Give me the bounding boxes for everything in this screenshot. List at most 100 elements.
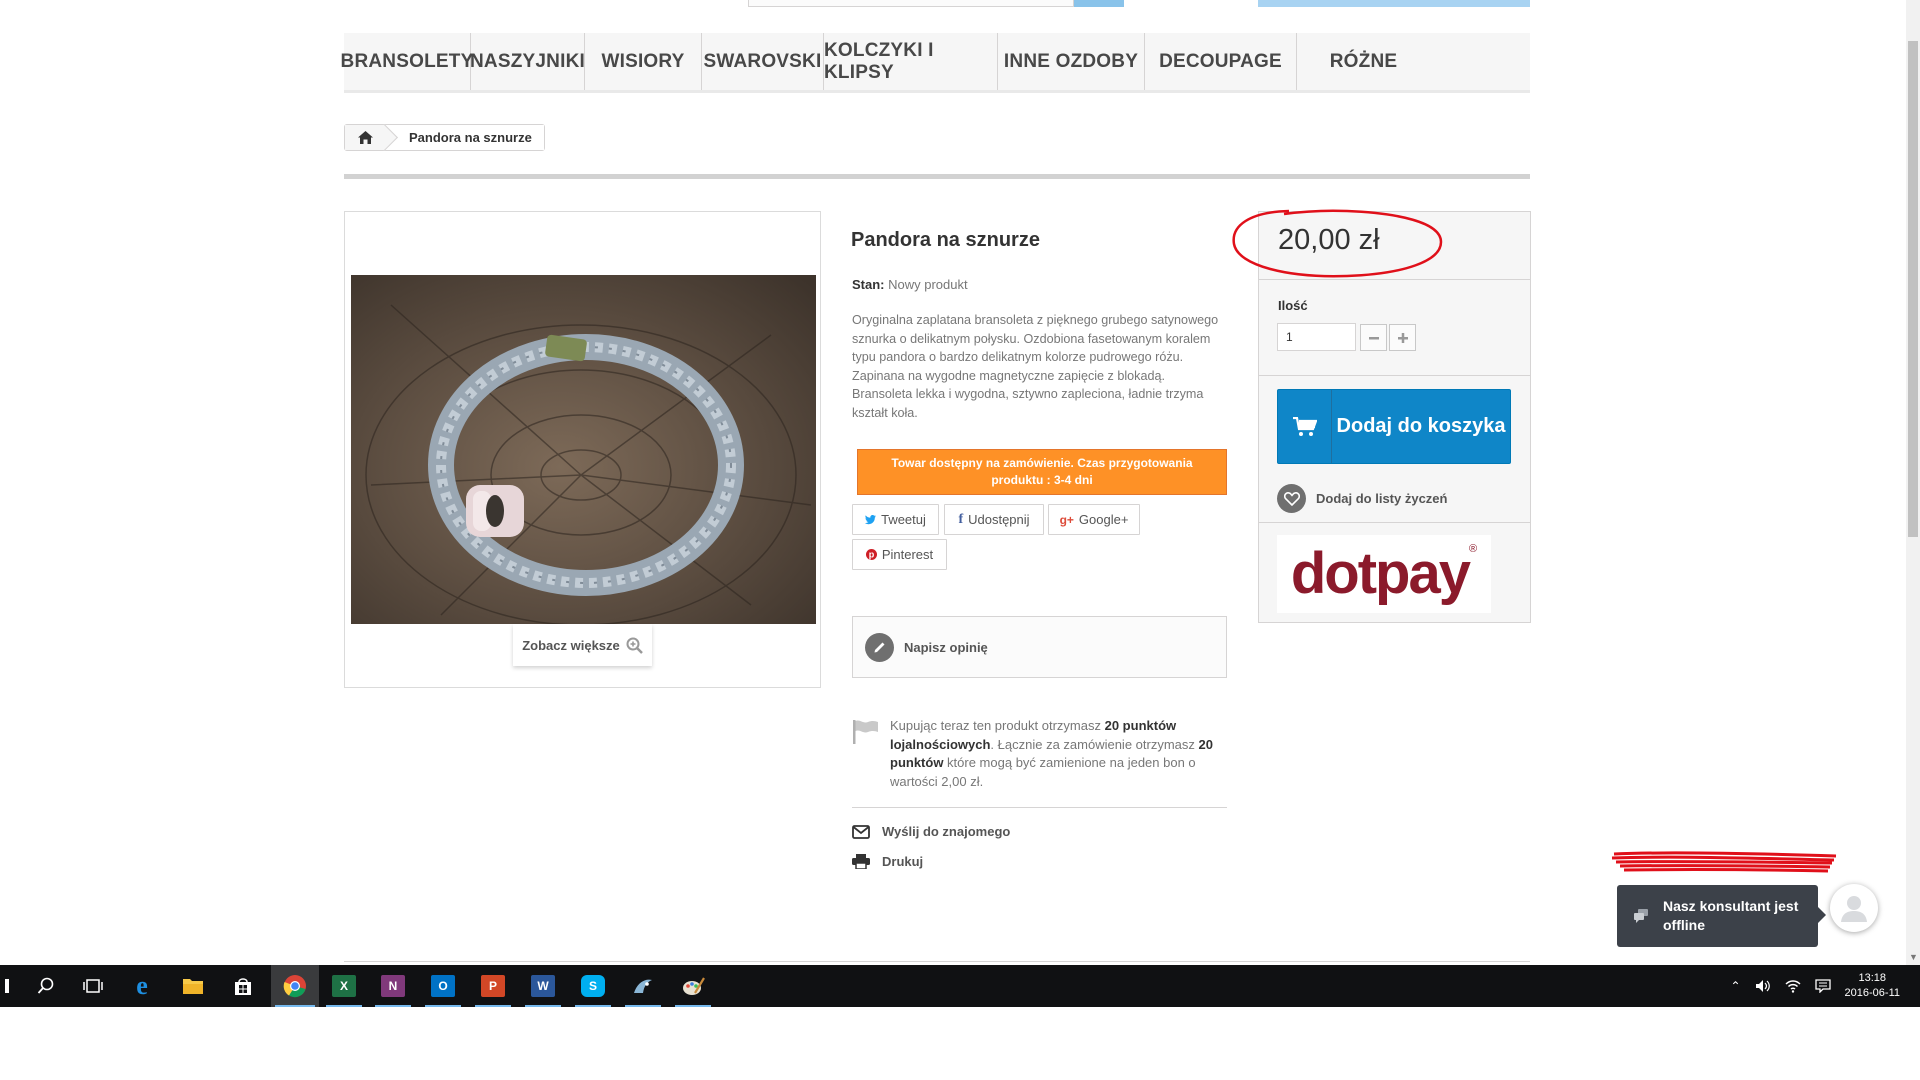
volume-icon[interactable]	[1755, 979, 1771, 993]
user-avatar-icon	[1841, 896, 1867, 922]
quantity-input[interactable]: 1	[1277, 323, 1356, 351]
pencil-icon	[865, 632, 894, 662]
paint-app-icon	[683, 977, 705, 995]
menu-item-wisiory[interactable]: WISIORY	[585, 33, 702, 90]
facebook-share-button[interactable]: f Udostępnij	[944, 504, 1044, 535]
taskbar-app-paint[interactable]	[671, 965, 715, 1007]
taskbar-outlook[interactable]: O	[421, 965, 465, 1007]
view-larger-label: Zobacz większe	[522, 637, 620, 653]
red-circle-annotation	[1232, 209, 1443, 278]
menu-item-naszyjniki[interactable]: NASZYJNIKI	[470, 33, 585, 90]
task-view-icon	[83, 979, 103, 993]
taskbar-clock[interactable]: 13:18 2016-06-11	[1845, 971, 1900, 1001]
google-label: Google+	[1078, 512, 1129, 527]
chevron-up-icon[interactable]: ⌃	[1730, 979, 1740, 993]
availability-notice: Towar dostępny na zamówienie. Czas przyg…	[857, 449, 1227, 495]
browser-page: BRANSOLETY NASZYJNIKI WISIORY SWAROVSKI …	[0, 0, 1920, 1080]
start-button[interactable]	[0, 965, 14, 1007]
google-plus-button[interactable]: g+ Google+	[1048, 504, 1140, 535]
taskbar-app-bird[interactable]	[621, 965, 665, 1007]
word-icon: W	[531, 975, 555, 997]
breadcrumb-current: Pandora na sznurze	[385, 125, 544, 150]
notifications-icon[interactable]	[1814, 979, 1831, 993]
product-title: Pandora na sznurze	[851, 229, 1040, 251]
live-chat-widget[interactable]: Nasz konsultant jest offline	[1617, 885, 1826, 947]
add-to-wishlist-link[interactable]: Dodaj do listy życzeń	[1277, 484, 1447, 513]
pinterest-icon: p	[865, 549, 877, 560]
page-scrollbar[interactable]: ▼	[1906, 0, 1920, 965]
write-review-button[interactable]: Napisz opinię	[852, 616, 1227, 678]
menu-item-kolczyki[interactable]: KOLCZYKI I KLIPSY	[824, 33, 998, 90]
header-cart-button[interactable]	[1258, 0, 1530, 7]
taskbar-word[interactable]: W	[521, 965, 565, 1007]
heart-icon	[1277, 484, 1306, 513]
zoom-in-icon	[626, 637, 643, 654]
twitter-icon	[865, 514, 877, 524]
svg-text:p: p	[869, 550, 875, 560]
payment-logo-area: dotpay ®	[1259, 522, 1530, 622]
taskbar-edge[interactable]: e	[120, 965, 164, 1007]
chat-avatar[interactable]	[1830, 884, 1878, 932]
links-separator	[852, 807, 1227, 808]
taskbar-store[interactable]	[221, 965, 265, 1007]
pinterest-button[interactable]: p Pinterest	[852, 539, 947, 570]
windows-taskbar: e X N O P W S ⌃ 13:18 2016-06-11	[0, 965, 1920, 1007]
menu-item-rozne[interactable]: RÓŻNE	[1297, 33, 1430, 90]
loyalty-info: Kupując teraz ten produkt otrzymasz 20 p…	[852, 717, 1227, 791]
empty-area	[0, 1007, 1920, 1080]
taskbar-powerpoint[interactable]: P	[471, 965, 515, 1007]
system-tray: ⌃ 13:18 2016-06-11	[1730, 965, 1920, 1007]
flag-icon	[853, 720, 878, 744]
footer-divider	[344, 961, 1530, 962]
quantity-label: Ilość	[1278, 298, 1308, 313]
view-larger-button[interactable]: Zobacz większe	[513, 624, 652, 666]
taskbar-file-explorer[interactable]	[171, 965, 215, 1007]
scroll-down-arrow-icon[interactable]: ▼	[1909, 952, 1918, 962]
buy-box: 20,00 zł Ilość 1 Dodaj do koszyka Dodaj …	[1232, 209, 1531, 623]
menu-item-inne-ozdoby[interactable]: INNE OZDOBY	[998, 33, 1145, 90]
share-label: Udostępnij	[968, 512, 1030, 527]
product-description: Oryginalna zaplatana bransoleta z piękne…	[852, 313, 1219, 420]
minus-icon	[1368, 336, 1379, 339]
search-input[interactable]	[748, 0, 1074, 7]
skype-icon: S	[581, 975, 605, 997]
write-review-label: Napisz opinię	[904, 639, 988, 655]
outlook-icon: O	[431, 975, 455, 997]
loyalty-text: Kupując teraz ten produkt otrzymasz 20 p…	[890, 718, 1213, 789]
menu-item-bransolety[interactable]: BRANSOLETY	[341, 33, 473, 90]
dotpay-logo: dotpay ®	[1277, 535, 1491, 613]
quantity-decrease-button[interactable]	[1360, 324, 1387, 351]
plus-icon	[1397, 332, 1408, 343]
powerpoint-icon: P	[481, 975, 505, 997]
section-divider	[344, 174, 1530, 179]
taskbar-excel[interactable]: X	[322, 965, 366, 1007]
task-view-button[interactable]	[71, 965, 115, 1007]
breadcrumb-home[interactable]	[345, 125, 385, 150]
home-icon	[357, 131, 373, 144]
quantity-increase-button[interactable]	[1389, 324, 1416, 351]
product-photo[interactable]	[351, 275, 816, 624]
taskbar-skype[interactable]: S	[571, 965, 615, 1007]
pinterest-label: Pinterest	[881, 547, 934, 562]
taskbar-chrome[interactable]	[271, 965, 319, 1007]
bird-app-icon	[634, 979, 652, 993]
search-button[interactable]	[1074, 0, 1124, 7]
print-label: Drukuj	[882, 854, 924, 869]
menu-item-swarovski[interactable]: SWAROVSKI	[702, 33, 824, 90]
condition-label: Stan:	[852, 277, 885, 292]
scrollbar-thumb[interactable]	[1908, 41, 1918, 537]
menu-item-decoupage[interactable]: DECOUPAGE	[1145, 33, 1297, 90]
envelope-icon	[852, 824, 870, 839]
facebook-icon: f	[958, 511, 964, 527]
printer-icon	[852, 854, 870, 869]
send-to-friend-link[interactable]: Wyślij do znajomego	[852, 824, 1010, 839]
tweet-button[interactable]: Tweetuj	[852, 504, 939, 535]
add-to-cart-label: Dodaj do koszyka	[1336, 415, 1506, 437]
taskbar-search-button[interactable]	[24, 965, 68, 1007]
wifi-icon[interactable]	[1785, 979, 1801, 993]
taskbar-onenote[interactable]: N	[371, 965, 415, 1007]
add-to-cart-button[interactable]: Dodaj do koszyka	[1277, 389, 1511, 464]
google-plus-icon: g+	[1059, 512, 1074, 527]
print-link[interactable]: Drukuj	[852, 854, 923, 869]
product-condition: Stan: Nowy produkt	[852, 277, 968, 292]
